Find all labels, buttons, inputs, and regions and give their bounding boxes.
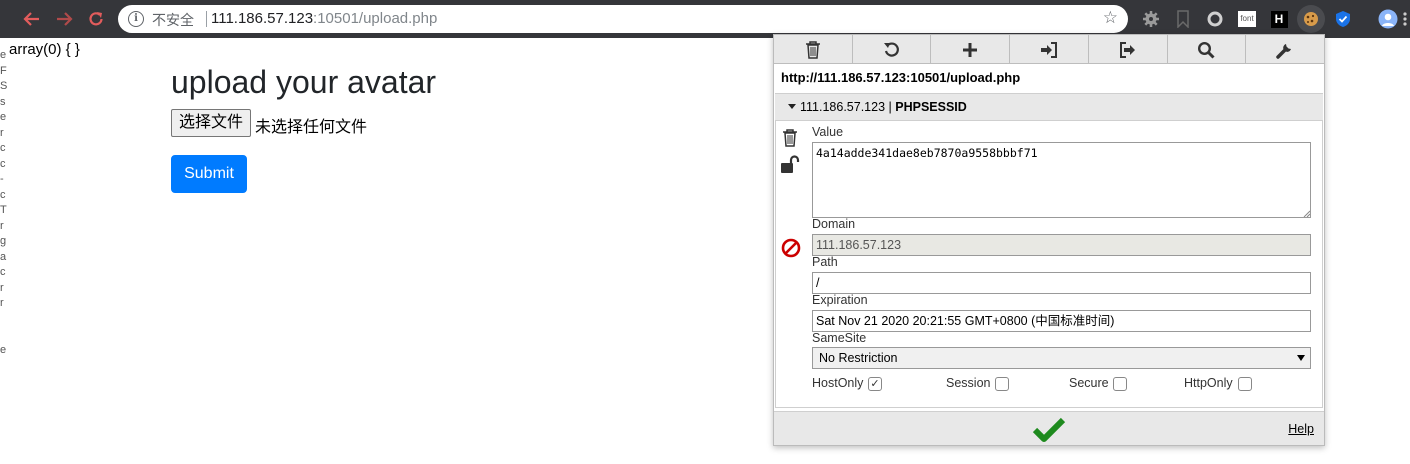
collapse-triangle-icon[interactable] <box>788 104 796 109</box>
secure-checkbox[interactable] <box>1113 377 1127 391</box>
reload-icon <box>89 12 103 26</box>
options-button[interactable] <box>1246 35 1324 64</box>
reload-button[interactable] <box>86 9 106 29</box>
httponly-label: HttpOnly <box>1184 376 1233 390</box>
forward-arrow-icon <box>57 12 73 26</box>
forward-button[interactable] <box>54 9 74 29</box>
ring-icon <box>1207 11 1223 27</box>
trash-icon <box>805 40 820 59</box>
samesite-label: SameSite <box>812 331 867 345</box>
profile-avatar[interactable] <box>1378 9 1398 29</box>
choose-file-button[interactable]: 选择文件 <box>171 109 252 137</box>
plus-icon <box>963 42 978 57</box>
trash-icon <box>783 129 797 147</box>
expiration-field[interactable]: Sat Nov 21 2020 20:21:55 GMT+0800 (中国标准时… <box>812 310 1311 332</box>
checkmark-icon <box>1032 417 1066 442</box>
kebab-menu-icon <box>1403 12 1407 26</box>
sign-out-icon <box>1119 41 1135 58</box>
cookie-editor-footer: Help <box>774 411 1324 445</box>
export-button[interactable] <box>1089 35 1168 64</box>
cookie-title: 111.186.57.123 | PHPSESSID <box>800 94 967 120</box>
block-icon <box>781 238 801 258</box>
circle-extension-icon[interactable] <box>1205 9 1225 29</box>
cookie-extension-icon[interactable] <box>1297 5 1325 33</box>
cookie-domain: 111.186.57.123 <box>800 100 886 114</box>
help-link[interactable]: Help <box>1288 422 1314 436</box>
path-label: Path <box>812 255 838 269</box>
delete-cookie-button[interactable] <box>780 128 800 148</box>
delete-all-button[interactable] <box>774 35 853 64</box>
browser-toolbar: i 不安全 111.186.57.123:10501/upload.php ☆ … <box>0 0 1410 38</box>
security-label[interactable]: 不安全 <box>152 10 194 30</box>
current-url: http://111.186.57.123:10501/upload.php <box>781 70 1021 85</box>
back-arrow-icon <box>23 12 39 26</box>
cookie-details: Value 4a14adde341dae8eb7870a9558bbbf71 D… <box>775 121 1323 408</box>
block-cookie-button[interactable] <box>781 238 801 258</box>
url-text[interactable]: 111.186.57.123:10501/upload.php <box>211 10 437 27</box>
bookmark-star-icon[interactable]: ☆ <box>1103 8 1118 28</box>
httponly-checkbox[interactable] <box>1238 377 1252 391</box>
submit-button[interactable]: Submit <box>171 155 247 193</box>
bookmark-extension-icon[interactable] <box>1173 9 1193 29</box>
refresh-button[interactable] <box>853 35 932 64</box>
cookie-name: PHPSESSID <box>895 100 967 114</box>
cookie-editor-popup: http://111.186.57.123:10501/upload.php 1… <box>773 34 1325 446</box>
hostonly-label: HostOnly <box>812 376 864 390</box>
font-extension-icon[interactable]: font <box>1237 9 1257 29</box>
address-bar[interactable]: i 不安全 111.186.57.123:10501/upload.php ☆ <box>118 5 1128 33</box>
hostonly-checkbox[interactable]: ✓ <box>868 377 882 391</box>
cookie-editor-toolbar <box>774 35 1324 64</box>
bookmark-icon <box>1177 10 1189 28</box>
search-button[interactable] <box>1168 35 1247 64</box>
search-icon <box>1198 41 1216 59</box>
checkmark-icon: ✓ <box>870 378 880 390</box>
url-path: :10501/upload.php <box>313 10 438 27</box>
import-button[interactable] <box>1010 35 1089 64</box>
expiration-label: Expiration <box>812 293 868 307</box>
cookie-title-separator: | <box>885 100 896 114</box>
h-extension-icon[interactable]: H <box>1269 9 1289 29</box>
file-status-text: 未选择任何文件 <box>255 119 368 136</box>
avatar-icon <box>1378 9 1398 29</box>
shield-icon <box>1336 11 1350 27</box>
path-field[interactable]: / <box>812 272 1311 294</box>
left-partial-text: e F S s e r c c - c T r g a c r r e <box>0 49 8 356</box>
undo-refresh-icon <box>883 41 899 57</box>
h-letter-icon: H <box>1270 10 1288 28</box>
font-icon: font <box>1238 11 1256 27</box>
wrench-icon <box>1276 43 1292 59</box>
url-host: 111.186.57.123 <box>211 10 314 27</box>
samesite-value: No Restriction <box>819 351 898 365</box>
session-label: Session <box>946 376 991 390</box>
domain-field: 111.186.57.123 <box>812 234 1311 256</box>
samesite-select[interactable]: No Restriction <box>812 347 1311 369</box>
save-button[interactable] <box>1032 417 1066 443</box>
cookie-row-header[interactable]: 111.186.57.123 | PHPSESSID <box>775 93 1323 121</box>
back-button[interactable] <box>22 9 42 29</box>
chevron-down-icon <box>1297 355 1305 361</box>
browser-menu-icon[interactable] <box>1402 9 1408 29</box>
unlock-icon <box>781 155 800 173</box>
shield-extension-icon[interactable] <box>1333 9 1353 29</box>
value-label: Value <box>812 125 844 139</box>
settings-gear-extension-icon[interactable] <box>1141 9 1161 29</box>
domain-label: Domain <box>812 217 856 231</box>
value-textarea[interactable]: 4a14adde341dae8eb7870a9558bbbf71 <box>812 142 1311 218</box>
protect-cookie-button[interactable] <box>780 155 800 175</box>
add-cookie-button[interactable] <box>931 35 1011 64</box>
var-dump-output: array(0) { } <box>9 41 80 58</box>
secure-label: Secure <box>1069 376 1109 390</box>
session-checkbox[interactable] <box>995 377 1009 391</box>
sign-in-icon <box>1041 41 1058 58</box>
page-title: upload your avatar <box>171 64 437 100</box>
omnibox-divider <box>206 11 207 27</box>
cookie-icon <box>1304 12 1318 26</box>
site-info-icon[interactable]: i <box>128 11 144 27</box>
resize-handle-icon[interactable] <box>1303 210 1310 217</box>
gear-icon <box>1143 11 1159 27</box>
